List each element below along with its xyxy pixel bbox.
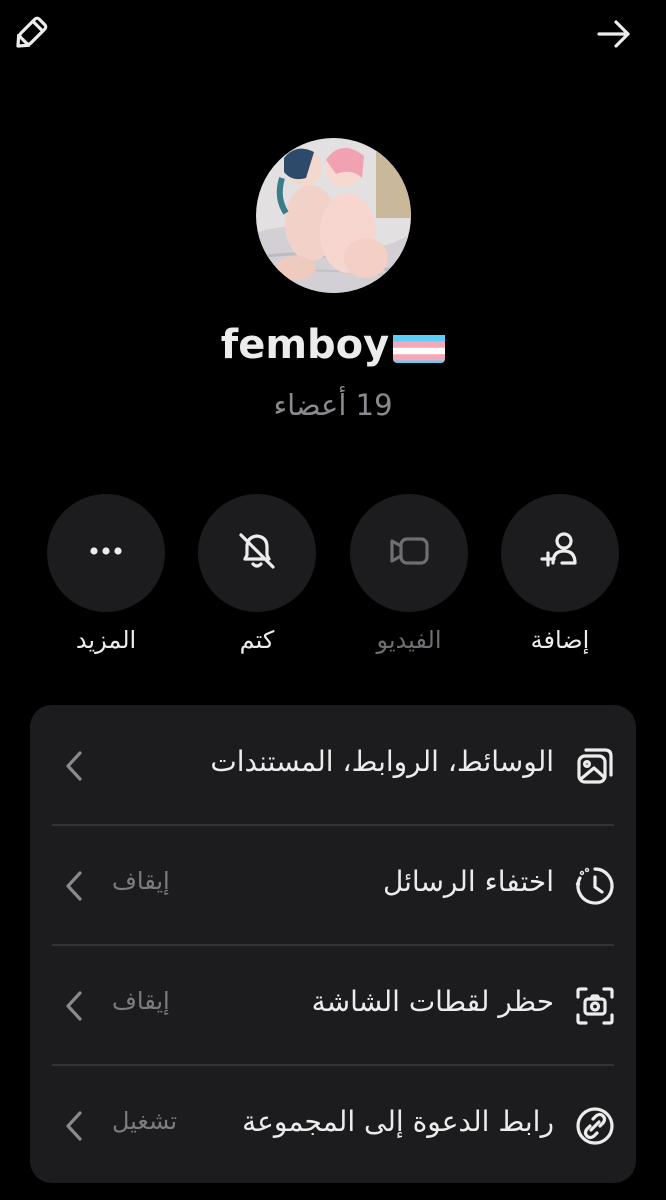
settings-row-title: الوسائط، الروابط، المستندات: [210, 745, 554, 778]
top-bar: [0, 0, 666, 72]
settings-row-screenshot-block[interactable]: حظر لقطات الشاشة إيقاف: [30, 945, 636, 1065]
more-dots-icon: [84, 529, 128, 577]
mute-circle[interactable]: [198, 494, 316, 612]
settings-row-title: حظر لقطات الشاشة: [311, 985, 554, 1018]
settings-row-value: تشغيل: [112, 1107, 178, 1135]
chevron-left-icon: [66, 751, 82, 781]
group-name: femboy: [0, 322, 666, 368]
settings-row-disappearing[interactable]: اختفاء الرسائل إيقاف: [30, 825, 636, 945]
add-member-label: إضافة: [530, 626, 590, 654]
settings-row-title: اختفاء الرسائل: [382, 865, 554, 898]
more-circle[interactable]: [47, 494, 165, 612]
mute-label: كتم: [239, 626, 275, 654]
video-button[interactable]: الفيديو: [349, 494, 469, 654]
more-button[interactable]: المزيد: [46, 494, 166, 654]
members-label: أعضاء: [273, 388, 347, 422]
back-button[interactable]: [592, 14, 636, 58]
settings-row-value: إيقاف: [112, 867, 170, 895]
settings-row-invite-link[interactable]: رابط الدعوة إلى المجموعة تشغيل: [30, 1065, 636, 1183]
video-circle[interactable]: [350, 494, 468, 612]
chevron-left-icon: [66, 991, 82, 1021]
settings-row-media[interactable]: الوسائط، الروابط، المستندات: [30, 705, 636, 825]
settings-row-title: رابط الدعوة إلى المجموعة: [242, 1105, 554, 1138]
media-icon: [574, 745, 616, 787]
add-member-button[interactable]: إضافة: [500, 494, 620, 654]
group-name-text: femboy: [220, 322, 390, 368]
disappearing-timer-icon: [574, 865, 616, 907]
trans-flag-icon: [393, 331, 446, 363]
group-settings-card: الوسائط، الروابط، المستندات اختفاء الرسا…: [30, 705, 636, 1183]
link-icon: [574, 1105, 616, 1147]
chevron-left-icon: [66, 1111, 82, 1141]
mute-button[interactable]: كتم: [197, 494, 317, 654]
screenshot-block-icon: [574, 985, 616, 1027]
add-member-circle[interactable]: [501, 494, 619, 612]
more-label: المزيد: [75, 626, 137, 654]
add-user-icon: [538, 529, 582, 577]
group-avatar[interactable]: [256, 138, 411, 293]
pencil-icon: [10, 14, 50, 58]
edit-button[interactable]: [8, 14, 52, 58]
chevron-left-icon: [66, 871, 82, 901]
bell-off-icon: [235, 529, 279, 577]
members-count: 19 أعضاء: [0, 388, 666, 422]
members-number: 19: [355, 388, 393, 422]
arrow-right-icon: [595, 15, 633, 57]
video-icon: [387, 529, 431, 577]
action-buttons: إضافة الفيديو كتم المزيد: [0, 494, 666, 664]
video-label: الفيديو: [376, 626, 442, 654]
settings-row-value: إيقاف: [112, 987, 170, 1015]
